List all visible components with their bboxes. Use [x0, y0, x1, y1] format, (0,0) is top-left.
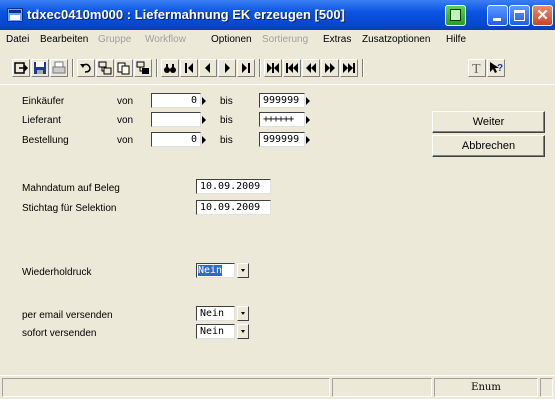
exit-icon[interactable]: [12, 59, 30, 77]
stichtag-input[interactable]: 10.09.2009: [196, 200, 271, 215]
duplicate-record-icon[interactable]: [134, 59, 152, 77]
lieferant-label: Lieferant: [22, 115, 61, 126]
last-icon[interactable]: [237, 59, 255, 77]
toolbar-separator: [259, 59, 261, 77]
weiter-button[interactable]: Weiter: [432, 111, 545, 133]
status-panel-2: [332, 378, 432, 397]
einkaeufer-to-input[interactable]: 999999: [259, 93, 305, 108]
title-bar[interactable]: tdxec0410m000 : Liefermahnung EK erzeuge…: [0, 0, 555, 30]
menu-gruppe[interactable]: Gruppe: [98, 34, 131, 45]
status-panel-field-type: Enum: [434, 378, 538, 397]
lieferant-to-input[interactable]: ++++++: [259, 112, 305, 127]
paste-record-icon[interactable]: [115, 59, 133, 77]
text-icon[interactable]: T: [468, 59, 486, 77]
bis-label: bis: [220, 135, 233, 146]
chevron-down-icon[interactable]: [237, 263, 249, 278]
print-icon[interactable]: [50, 59, 68, 77]
menu-hilfe[interactable]: Hilfe: [446, 34, 466, 45]
copy-record-icon[interactable]: [96, 59, 114, 77]
undo-icon[interactable]: [77, 59, 95, 77]
zoom-arrow-icon[interactable]: [202, 136, 206, 144]
chevron-down-icon[interactable]: [237, 306, 249, 321]
previous-icon[interactable]: [199, 59, 217, 77]
wiederholdruck-label: Wiederholdruck: [22, 267, 92, 278]
status-panel-message: [2, 378, 330, 397]
zoom-arrow-icon[interactable]: [202, 116, 206, 124]
toolbar-separator: [72, 59, 74, 77]
previous-page-icon[interactable]: [302, 59, 320, 77]
menu-bearbeiten[interactable]: Bearbeiten: [40, 34, 88, 45]
stichtag-label: Stichtag für Selektion: [22, 203, 117, 214]
close-button[interactable]: ✕: [532, 5, 553, 26]
toolbar-separator: [156, 59, 158, 77]
zoom-arrow-icon[interactable]: [306, 116, 310, 124]
zoom-arrow-icon[interactable]: [202, 97, 206, 105]
einkaeufer-label: Einkäufer: [22, 96, 65, 107]
email-select[interactable]: Nein: [196, 306, 235, 321]
menu-bar: Datei Bearbeiten Gruppe Workflow Optione…: [0, 31, 555, 49]
first-set-icon[interactable]: [264, 59, 282, 77]
abbrechen-button[interactable]: Abbrechen: [432, 135, 545, 157]
print-window-icon[interactable]: [445, 5, 466, 26]
bis-label: bis: [220, 96, 233, 107]
email-label: per email versenden: [22, 310, 113, 321]
chevron-down-icon[interactable]: [237, 324, 249, 339]
app-icon: [7, 8, 23, 22]
window-title: tdxec0410m000 : Liefermahnung EK erzeuge…: [27, 7, 345, 22]
menu-optionen[interactable]: Optionen: [211, 34, 252, 45]
wiederholdruck-select[interactable]: Nein: [196, 263, 235, 278]
status-bar: Enum: [0, 375, 555, 399]
svg-text:?: ?: [497, 63, 503, 74]
lieferant-from-input[interactable]: [151, 112, 201, 127]
last-page-icon[interactable]: [340, 59, 358, 77]
menu-zusatzoptionen[interactable]: Zusatzoptionen: [362, 34, 430, 45]
sofort-label: sofort versenden: [22, 328, 97, 339]
menu-datei[interactable]: Datei: [6, 34, 29, 45]
zoom-arrow-icon[interactable]: [306, 136, 310, 144]
bestellung-from-input[interactable]: 0: [151, 132, 201, 147]
wiederholdruck-value: Nein: [198, 265, 223, 276]
separator: [0, 84, 555, 85]
mahndatum-input[interactable]: 10.09.2009: [196, 179, 271, 194]
menu-sortierung[interactable]: Sortierung: [262, 34, 308, 45]
status-panel-grip: [540, 378, 553, 397]
bis-label: bis: [220, 115, 233, 126]
sofort-select[interactable]: Nein: [196, 324, 235, 339]
first-page-icon[interactable]: [283, 59, 301, 77]
first-icon[interactable]: [180, 59, 198, 77]
help-icon[interactable]: ?: [487, 59, 505, 77]
svg-text:T: T: [472, 62, 481, 75]
next-icon[interactable]: [218, 59, 236, 77]
von-label: von: [117, 96, 134, 107]
toolbar: T ?: [2, 53, 553, 83]
save-icon[interactable]: [31, 59, 49, 77]
einkaeufer-from-input[interactable]: 0: [151, 93, 201, 108]
next-page-icon[interactable]: [321, 59, 339, 77]
zoom-arrow-icon[interactable]: [306, 97, 310, 105]
maximize-button[interactable]: [509, 5, 530, 26]
menu-extras[interactable]: Extras: [323, 34, 351, 45]
menu-workflow[interactable]: Workflow: [145, 34, 186, 45]
minimize-button[interactable]: [487, 5, 508, 26]
von-label: von: [117, 115, 134, 126]
bestellung-label: Bestellung: [22, 135, 69, 146]
von-label: von: [117, 135, 134, 146]
find-icon[interactable]: [161, 59, 179, 77]
toolbar-separator: [362, 59, 364, 77]
mahndatum-label: Mahndatum auf Beleg: [22, 183, 120, 194]
bestellung-to-input[interactable]: 999999: [259, 132, 305, 147]
